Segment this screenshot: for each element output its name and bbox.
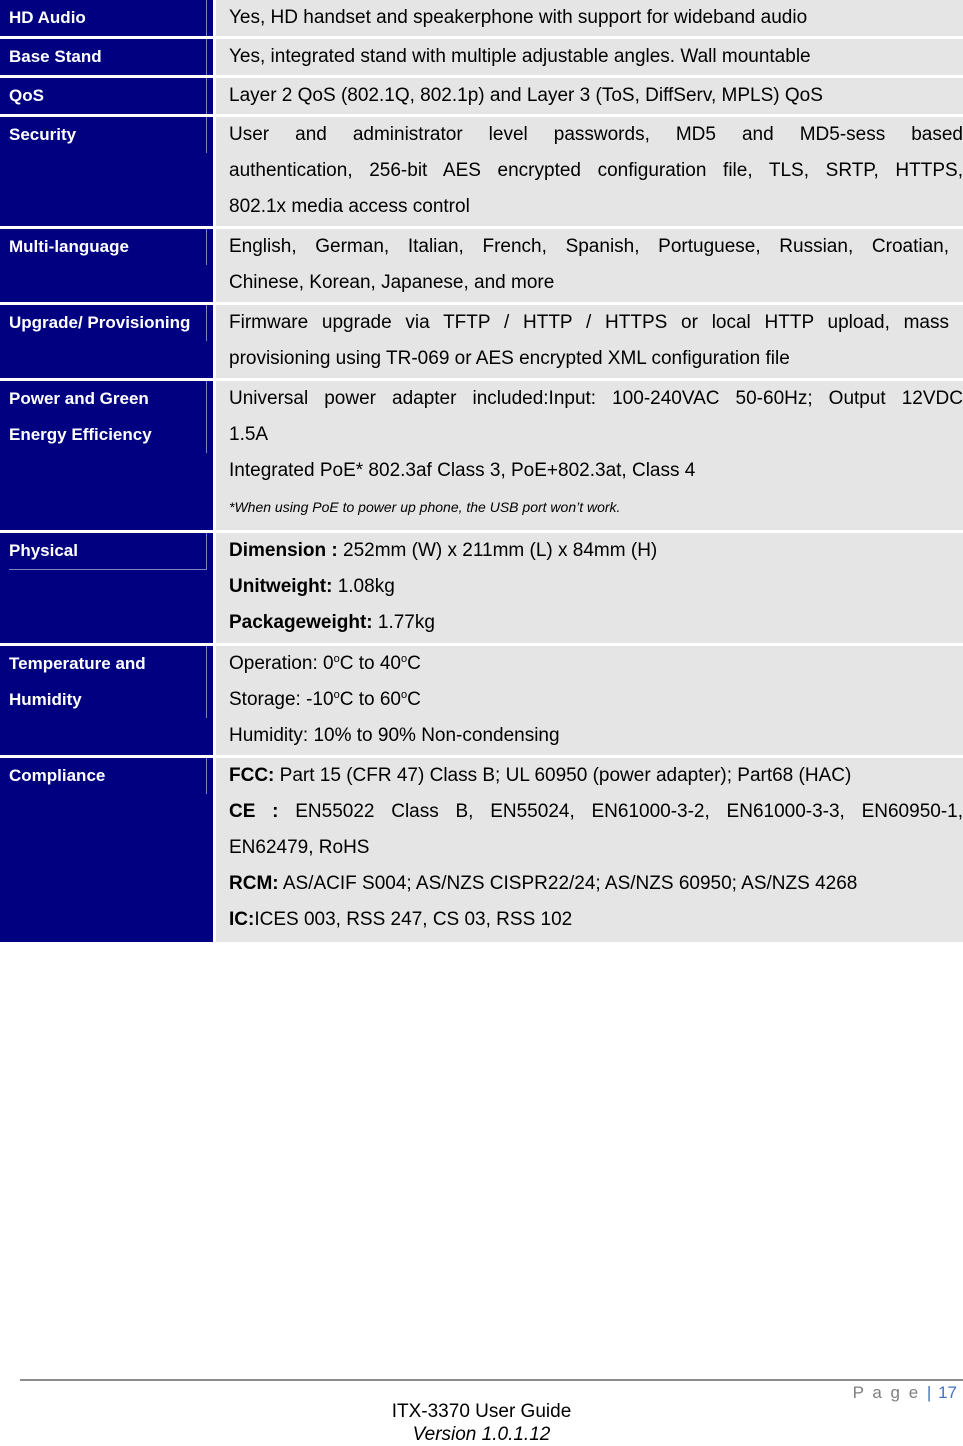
spec-row-upgrade-provisioning: Upgrade/ Provisioning Firmware upgrade v… — [0, 305, 963, 381]
spec-label: Base Stand — [0, 39, 216, 75]
spec-value: User and administrator level passwords, … — [216, 117, 963, 226]
spec-value: Operation: 0oC to 40oC Storage: -10oC to… — [216, 646, 963, 755]
spec-value: Universal power adapter included:Input: … — [216, 381, 963, 530]
spec-value: Yes, HD handset and speakerphone with su… — [216, 0, 963, 36]
spec-label: Compliance — [0, 758, 216, 942]
specifications-table: HD Audio Yes, HD handset and speakerphon… — [0, 0, 963, 942]
spec-value: Yes, integrated stand with multiple adju… — [216, 39, 963, 75]
spec-row-temperature-humidity: Temperature and Humidity Operation: 0oC … — [0, 646, 963, 758]
storage-temperature: Storage: -10oC to 60oC — [229, 689, 421, 710]
spec-value: Firmware upgrade via TFTP / HTTP / HTTPS… — [216, 305, 963, 378]
spec-value: FCC: Part 15 (CFR 47) Class B; UL 60950 … — [216, 758, 963, 942]
spec-row-hd-audio: HD Audio Yes, HD handset and speakerphon… — [0, 0, 963, 39]
spec-row-multi-language: Multi-language English, German, Italian,… — [0, 229, 963, 305]
spec-label: QoS — [0, 78, 216, 114]
spec-row-physical: Physical Dimension : 252mm (W) x 211mm (… — [0, 533, 963, 646]
spec-value: Dimension : 252mm (W) x 211mm (L) x 84mm… — [216, 533, 963, 643]
spec-row-compliance: Compliance FCC: Part 15 (CFR 47) Class B… — [0, 758, 963, 942]
spec-label: Physical — [0, 533, 216, 643]
spec-row-security: Security User and administrator level pa… — [0, 117, 963, 229]
spec-row-qos: QoS Layer 2 QoS (802.1Q, 802.1p) and Lay… — [0, 78, 963, 117]
spec-value: Layer 2 QoS (802.1Q, 802.1p) and Layer 3… — [216, 78, 963, 114]
spec-label: Power and Green Energy Efficiency — [0, 381, 216, 530]
page-number: P a g e | 17 — [852, 1383, 957, 1402]
spec-label: Upgrade/ Provisioning — [0, 305, 216, 378]
spec-label: Multi-language — [0, 229, 216, 302]
spec-label: Security — [0, 117, 216, 226]
operation-temperature: Operation: 0oC to 40oC — [229, 653, 421, 674]
spec-value: English, German, Italian, French, Spanis… — [216, 229, 963, 302]
footer-version: Version 1.0.1.12 — [412, 1424, 551, 1445]
poe-footnote: *When using PoE to power up phone, the U… — [229, 499, 621, 515]
spec-label: Temperature and Humidity — [0, 646, 216, 755]
spec-row-base-stand: Base Stand Yes, integrated stand with mu… — [0, 39, 963, 78]
footer-divider — [20, 1379, 963, 1381]
footer-document-title: ITX-3370 User Guide — [391, 1401, 572, 1422]
spec-label: HD Audio — [0, 0, 216, 36]
spec-row-power: Power and Green Energy Efficiency Univer… — [0, 381, 963, 533]
humidity: Humidity: 10% to 90% Non-condensing — [229, 725, 560, 746]
